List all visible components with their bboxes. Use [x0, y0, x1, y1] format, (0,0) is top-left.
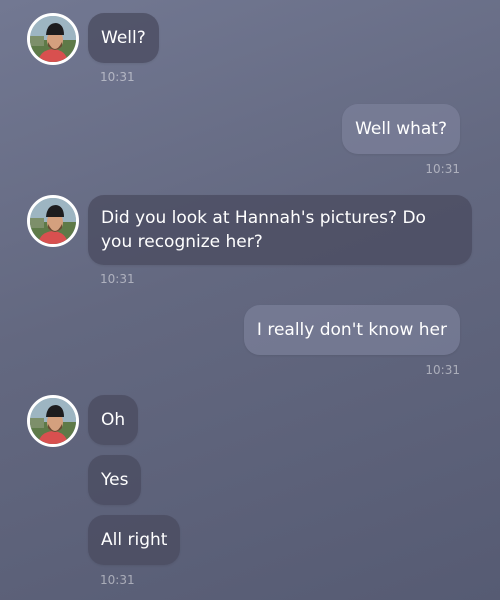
contact-avatar-icon[interactable] [27, 13, 79, 65]
message-text: Did you look at Hannah's pictures? Do yo… [101, 208, 426, 252]
message-text: All right [101, 530, 168, 550]
person-avatar-icon [30, 16, 76, 62]
message-timestamp: 10:31 [100, 272, 135, 286]
message-timestamp: 10:31 [100, 70, 135, 84]
outgoing-message-bubble[interactable]: I really don't know her [243, 305, 460, 355]
incoming-message-bubble[interactable]: All right [88, 515, 181, 565]
incoming-message-bubble[interactable]: Did you look at Hannah's pictures? Do yo… [88, 195, 472, 265]
incoming-message-bubble[interactable]: Oh [88, 395, 139, 445]
chat-thread: Well? 10:31 Well what? 10:31 Did you loo… [0, 0, 500, 600]
message-text: I really don't know her [256, 320, 447, 340]
message-text: Well? [101, 28, 146, 48]
message-timestamp: 10:31 [425, 363, 460, 377]
incoming-message-bubble[interactable]: Well? [88, 13, 159, 63]
outgoing-message-bubble[interactable]: Well what? [342, 104, 460, 154]
message-timestamp: 10:31 [425, 162, 460, 176]
person-avatar-icon [30, 398, 76, 444]
incoming-message-bubble[interactable]: Yes [88, 455, 142, 505]
message-text: Yes [101, 470, 129, 490]
contact-avatar-icon[interactable] [27, 395, 79, 447]
person-avatar-icon [30, 198, 76, 244]
message-text: Oh [101, 410, 126, 430]
contact-avatar-icon[interactable] [27, 195, 79, 247]
message-timestamp: 10:31 [100, 573, 135, 587]
message-text: Well what? [355, 119, 447, 139]
